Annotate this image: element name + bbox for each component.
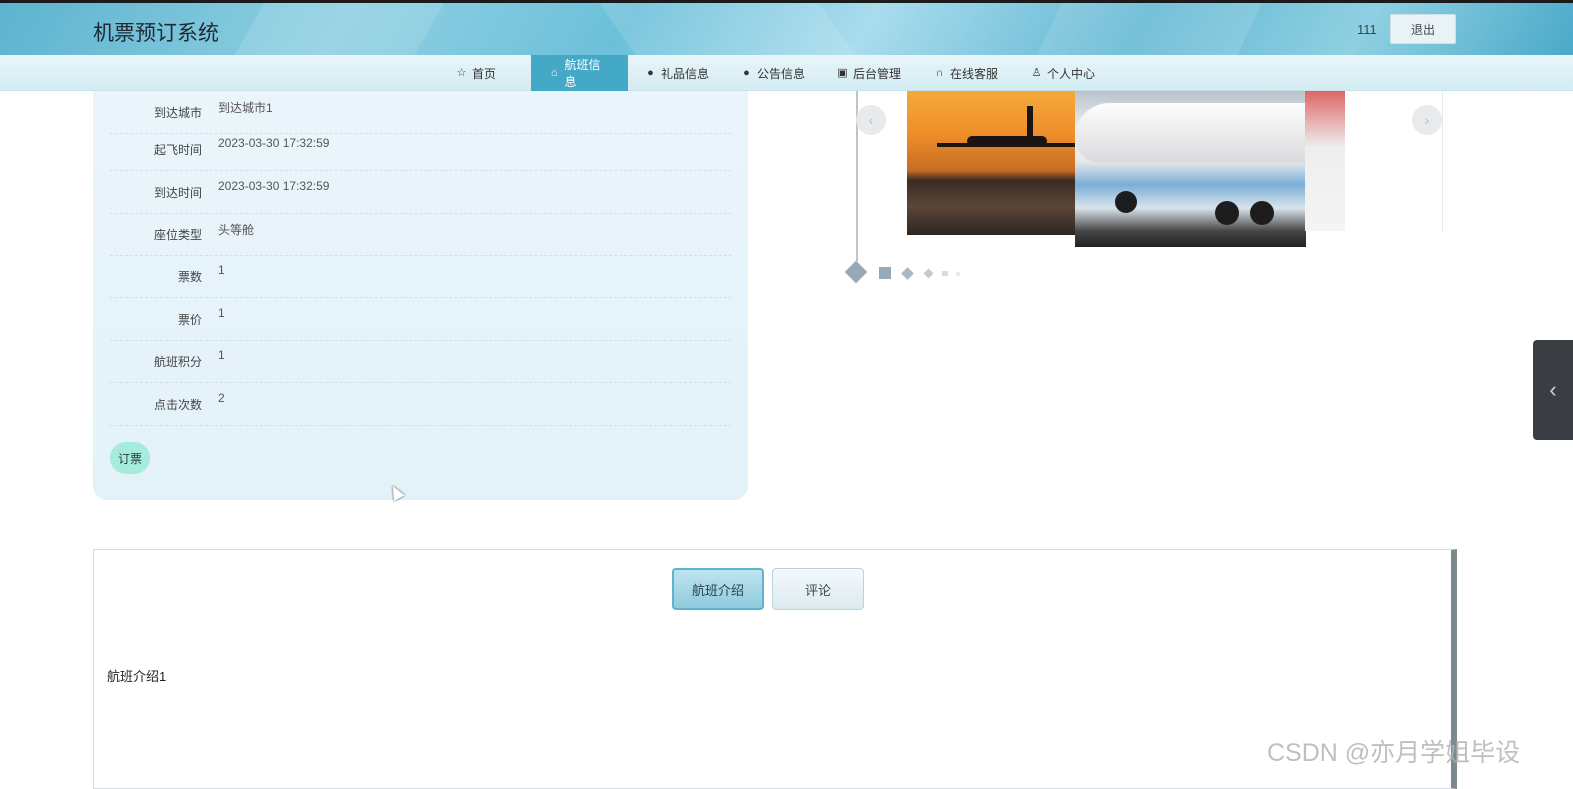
plane-fuselage (1075, 103, 1306, 163)
nav-item-label: 公告信息 (757, 66, 806, 81)
detail-row-points: 航班积分 1 (110, 340, 732, 383)
plane-wheel (1115, 191, 1137, 213)
info-circle-icon: ● (647, 66, 654, 79)
nav-item-label: 航班信息 (564, 58, 601, 89)
header-decoration (224, 3, 456, 55)
chevron-left-icon: ‹ (868, 112, 874, 128)
carousel-slide-image[interactable] (907, 91, 1077, 235)
watermark: CSDN @亦月学姐毕设 (1267, 739, 1521, 767)
nav-item-gifts[interactable]: ● 礼品信息 (645, 55, 709, 91)
flight-detail-card: 到达城市 到达城市1 起飞时间 2023-03-30 17:32:59 到达时间… (93, 91, 748, 500)
detail-label: 起飞时间 (153, 143, 202, 157)
carousel-prev-button[interactable]: ‹ (856, 105, 886, 135)
flight-intro-text: 航班介绍1 (107, 669, 167, 684)
nav-item-profile[interactable]: ♙ 个人中心 (1031, 55, 1095, 91)
plane-silhouette (1027, 106, 1033, 146)
detail-row-seat-type: 座位类型 头等舱 (110, 213, 732, 256)
header-decoration (591, 3, 869, 55)
main-nav: ☆ 首页 ⌂ 航班信息 ● 礼品信息 ● 公告信息 ▣ 后台管理 ∩ 在线客服 ♙ 个人中心 (0, 55, 1573, 91)
carousel-indicator[interactable] (901, 267, 914, 280)
question-circle-icon: ● (743, 66, 750, 79)
detail-value: 1 (218, 348, 225, 362)
flight-tabs-panel: 航班介绍 评论 航班介绍1 (93, 549, 1457, 789)
site-title: 机票预订系统 (93, 22, 219, 45)
carousel-indicator[interactable] (844, 260, 868, 284)
nav-item-flights[interactable]: ⌂ 航班信息 (531, 55, 628, 91)
detail-row-arrival-time: 到达时间 2023-03-30 17:32:59 (110, 171, 732, 214)
detail-label: 票数 (177, 270, 202, 284)
detail-value: 头等舱 (218, 223, 255, 237)
detail-row-ticket-count: 票数 1 (110, 255, 732, 298)
detail-label: 航班积分 (153, 355, 202, 369)
nav-item-home[interactable]: ☆ 首页 (456, 55, 496, 91)
nav-item-admin[interactable]: ▣ 后台管理 (837, 55, 901, 91)
logout-button[interactable]: 退出 (1390, 14, 1456, 44)
carousel-indicator[interactable] (955, 271, 961, 277)
carousel-next-button[interactable]: › (1412, 105, 1442, 135)
detail-value: 1 (218, 263, 225, 277)
detail-value: 2023-03-30 17:32:59 (218, 136, 330, 150)
chevron-left-icon: ‹ (1549, 377, 1557, 402)
detail-row-clicks: 点击次数 2 (110, 383, 732, 426)
detail-label: 到达时间 (153, 186, 202, 200)
building-icon: ▣ (837, 66, 848, 79)
top-border (0, 0, 1573, 3)
plane-wheel (1250, 201, 1274, 225)
carousel-indicator[interactable] (923, 268, 934, 279)
detail-label: 座位类型 (153, 228, 202, 242)
chevron-right-icon: › (1424, 112, 1430, 128)
tab-comments[interactable]: 评论 (772, 568, 864, 610)
header-bar: 机票预订系统 111 退出 (0, 3, 1573, 55)
detail-value: 1 (218, 306, 225, 320)
nav-item-label: 礼品信息 (661, 66, 710, 81)
nav-item-label: 首页 (472, 66, 497, 81)
plane-silhouette (937, 143, 1077, 147)
carousel-frame (1442, 91, 1443, 231)
nav-item-label: 在线客服 (950, 66, 999, 81)
user-name[interactable]: 111 (1357, 22, 1377, 37)
bag-icon: ⌂ (550, 66, 558, 79)
detail-value: 2023-03-30 17:32:59 (218, 179, 330, 193)
tab-flight-intro[interactable]: 航班介绍 (672, 568, 764, 610)
star-icon: ☆ (456, 66, 467, 79)
image-carousel: ‹ › (856, 91, 1444, 261)
carousel-indicator[interactable] (879, 267, 891, 279)
detail-label: 点击次数 (153, 398, 202, 412)
nav-item-service[interactable]: ∩ 在线客服 (934, 55, 998, 91)
header-decoration (1029, 3, 1271, 55)
side-collapse-tab[interactable]: ‹ (1533, 340, 1573, 440)
carousel-slide-image[interactable] (1305, 91, 1345, 231)
detail-value: 2 (218, 391, 225, 405)
carousel-indicator[interactable] (942, 271, 948, 276)
detail-row-price: 票价 1 (110, 298, 732, 341)
detail-row-departure-time: 起飞时间 2023-03-30 17:32:59 (110, 128, 732, 171)
nav-item-label: 后台管理 (853, 66, 902, 81)
detail-value: 到达城市1 (218, 101, 273, 115)
order-button[interactable]: 订票 (110, 442, 150, 474)
plane-wheel (1215, 201, 1239, 225)
user-icon: ♙ (1031, 66, 1042, 79)
headset-icon: ∩ (935, 66, 944, 79)
nav-item-label: 个人中心 (1047, 66, 1096, 81)
detail-label: 到达城市 (153, 106, 202, 120)
nav-item-notices[interactable]: ● 公告信息 (741, 55, 805, 91)
carousel-slide-image[interactable] (1075, 91, 1306, 247)
detail-label: 票价 (177, 313, 202, 327)
